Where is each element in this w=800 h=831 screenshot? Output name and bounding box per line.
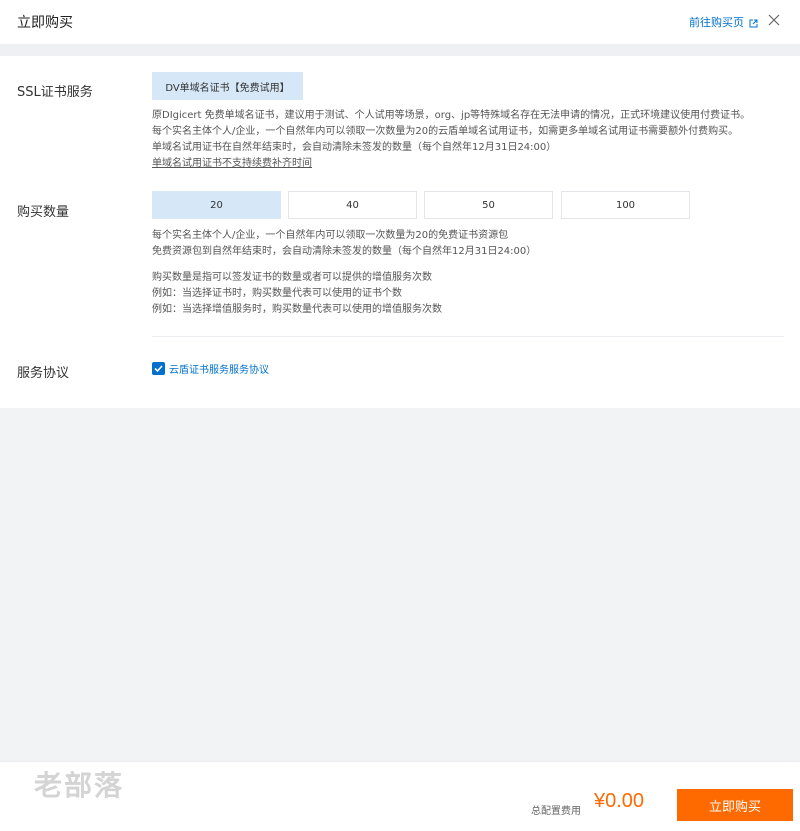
- quantity-desc-line: 免费资源包到自然年结束时，会自动清除未签发的数量（每个自然年12月31日24:0…: [152, 246, 537, 257]
- total-price: ¥0.00: [594, 790, 645, 812]
- section-divider: [152, 336, 784, 337]
- goto-purchase-page-link[interactable]: 前往购买页: [689, 14, 758, 30]
- buy-now-button[interactable]: 立即购买: [677, 789, 793, 821]
- quantity-option-label: 50: [482, 199, 495, 211]
- watermark-logo: 老部落: [34, 769, 125, 802]
- agreement-checkbox-row[interactable]: 云盾证书服务服务协议: [152, 361, 269, 376]
- purchase-form: SSL证书服务 DV单域名证书【免费试用】 原DIgicert 免费单域名证书，…: [0, 56, 800, 408]
- dialog-header: 立即购买 前往购买页: [0, 0, 800, 44]
- quantity-option-50[interactable]: 50: [424, 191, 553, 219]
- quantity-desc-line: 购买数量是指可以签发证书的数量或者可以提供的增值服务次数: [152, 272, 432, 283]
- dialog-title: 立即购买: [17, 15, 73, 31]
- checkbox-checked-icon[interactable]: [152, 362, 165, 375]
- quantity-description-2: 购买数量是指可以签发证书的数量或者可以提供的增值服务次数 例如：当选择证书时，购…: [152, 270, 442, 318]
- ssl-desc-line: 每个实名主体个人/企业，一个自然年内可以领取一次数量为20的云盾单域名试用证书，…: [152, 126, 739, 137]
- quantity-desc-line: 每个实名主体个人/企业，一个自然年内可以领取一次数量为20的免费证书资源包: [152, 230, 509, 241]
- quantity-desc-line: 例如：当选择增值服务时，购买数量代表可以使用的增值服务次数: [152, 304, 442, 315]
- quantity-option-label: 40: [346, 199, 359, 211]
- ssl-option-label: DV单域名证书【免费试用】: [165, 82, 290, 94]
- quantity-option-20[interactable]: 20: [152, 191, 281, 219]
- quantity-option-label: 100: [615, 199, 636, 211]
- ssl-description: 原DIgicert 免费单域名证书，建议用于测试、个人试用等场景，org、jp等…: [152, 108, 750, 172]
- renewal-notice-link[interactable]: 单域名试用证书不支持续费补齐时间: [152, 158, 312, 169]
- quantity-option-40[interactable]: 40: [288, 191, 417, 219]
- ssl-service-label: SSL证书服务: [17, 85, 93, 100]
- checkout-footer: 老部落 总配置费用 ¥0.00 立即购买: [0, 762, 800, 831]
- ssl-desc-line: 单域名试用证书在自然年结束时，会自动清除未签发的数量（每个自然年12月31日24…: [152, 142, 557, 153]
- close-icon[interactable]: [767, 12, 781, 26]
- quantity-label: 购买数量: [17, 205, 70, 220]
- external-link-icon: [749, 18, 758, 27]
- agreement-link[interactable]: 云盾证书服务服务协议: [169, 361, 269, 376]
- quantity-description-1: 每个实名主体个人/企业，一个自然年内可以领取一次数量为20的免费证书资源包 免费…: [152, 228, 536, 260]
- goto-purchase-page-label: 前往购买页: [689, 16, 744, 29]
- quantity-option-100[interactable]: 100: [561, 191, 690, 219]
- total-label: 总配置费用: [531, 806, 581, 817]
- ssl-option-dv-free-trial[interactable]: DV单域名证书【免费试用】: [152, 72, 303, 100]
- quantity-option-label: 20: [210, 199, 223, 211]
- agreement-label: 服务协议: [17, 366, 70, 381]
- ssl-desc-line: 原DIgicert 免费单域名证书，建议用于测试、个人试用等场景，org、jp等…: [152, 110, 751, 121]
- header-separator: [0, 44, 800, 56]
- quantity-desc-line: 例如：当选择证书时，购买数量代表可以使用的证书个数: [152, 288, 402, 299]
